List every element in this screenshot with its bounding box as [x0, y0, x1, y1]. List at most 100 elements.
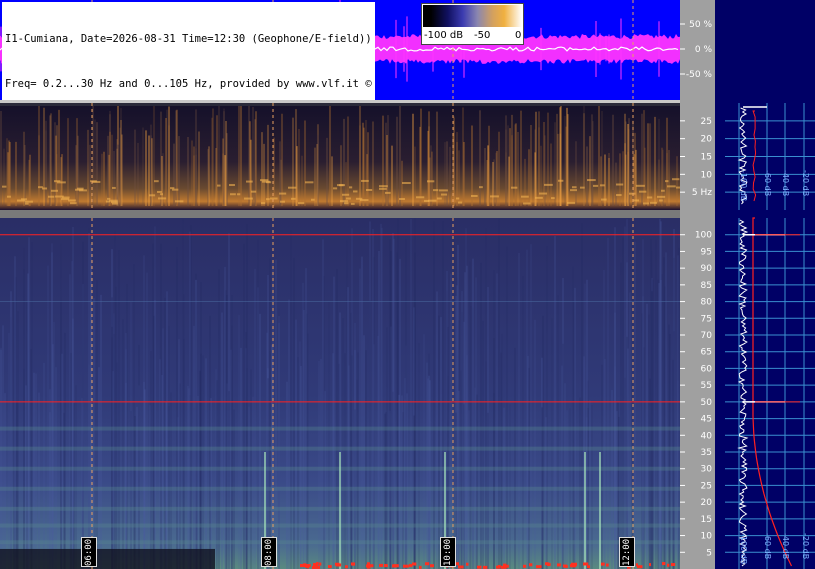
high-freq-tick-label: 35 — [701, 448, 712, 458]
time-label-1200: 12:00 — [619, 537, 635, 567]
spectrogram-high-noise — [547, 562, 550, 566]
spectrogram-low-blob — [427, 180, 435, 183]
spectrogram-low-blob — [68, 199, 76, 202]
high-freq-tick-label: 90 — [701, 264, 713, 274]
spectrogram-low-blob — [647, 196, 653, 199]
spectrogram-low-blob — [636, 184, 645, 187]
spectrogram-high-noise — [571, 564, 576, 568]
separator-mid — [0, 210, 680, 218]
spectrum-low-xlabel: -60 dB — [763, 170, 772, 196]
spectrogram-low-blob — [587, 179, 596, 182]
high-freq-tick-label: 45 — [701, 415, 712, 425]
high-freq-tick-label: 50 — [701, 398, 713, 408]
spectrum-high-xlabel: -60 dB — [763, 533, 772, 559]
vlf-monitor-screen: I1-Cumiana, Date=2026-08-31 Time=12:30 (… — [0, 0, 815, 569]
high-freq-tick-label: 5 — [706, 548, 712, 558]
spectrogram-high-noise — [565, 564, 568, 568]
high-freq-tick-label: 25 — [701, 481, 712, 491]
spectrogram-high-noise — [328, 565, 332, 569]
spectrogram-low-blob — [279, 192, 287, 195]
spectrogram-low-blob — [672, 178, 680, 181]
spectrogram-low-blob — [333, 187, 338, 190]
spectrogram-low-blob — [535, 196, 543, 199]
spectrogram-high-noise — [536, 565, 542, 569]
spectrogram-high-noise — [316, 565, 321, 569]
spectrogram-low-blob — [353, 190, 358, 193]
spectrogram-low-blob — [90, 180, 97, 183]
spectrogram-low-blob — [291, 197, 296, 200]
spectrogram-low-blob — [379, 185, 388, 188]
spectrogram-low-blob — [544, 183, 553, 186]
spectrum-plot: -100 dB -60 dB -40 dB -20 dB -100 dB -60 dB -4… — [725, 103, 815, 569]
high-freq-tick-label: 95 — [701, 247, 712, 257]
low-freq-tick-label: 5 Hz — [692, 188, 712, 198]
spectrogram-low-blob — [7, 195, 11, 198]
time-label-0800: 08:00 — [261, 537, 277, 567]
low-freq-tick-label: 20 — [701, 135, 713, 145]
spectrogram-low-blob — [157, 190, 162, 193]
spectrum-high-xlabel: -100 dB — [739, 533, 748, 564]
spectrogram-low-blob — [237, 193, 241, 196]
spectrogram-high-noise — [483, 565, 488, 569]
spectrum-panel: -100 dB -60 dB -40 dB -20 dB -100 dB -60 dB -4… — [715, 0, 815, 569]
spectrogram-low-blob — [51, 189, 58, 192]
spectrogram-low-blob — [262, 180, 270, 183]
spectrogram-high-noise — [662, 562, 666, 566]
spectrogram-high-noise — [345, 565, 348, 569]
spectrum-high-trace — [737, 219, 749, 567]
spectrogram-low-blob — [158, 197, 167, 200]
spectrogram-low-blob — [366, 188, 373, 191]
spectrogram-low-blob — [311, 198, 315, 201]
spectrogram-high-noise — [667, 563, 670, 567]
spectrogram-low-blob — [230, 193, 236, 196]
spectrogram-low-blob — [433, 189, 439, 192]
high-freq-tick-label: 40 — [701, 431, 713, 441]
low-freq-tick-label: 10 — [701, 170, 713, 180]
spectrogram-low-blob — [48, 195, 55, 198]
spectrogram-high-noise — [671, 563, 676, 567]
spectrogram-low-blob — [349, 186, 353, 189]
spectrogram-low-blob — [107, 197, 111, 200]
spectrogram-high-noise — [409, 563, 413, 567]
low-freq-tick-label: 15 — [701, 153, 712, 163]
spectrogram-low-blob — [580, 186, 585, 189]
y-axis-panel: 50 % 0 % -50 % 25 20 15 10 5 Hz 100 95 90 85 80 75 70 6… — [680, 0, 715, 569]
spectrogram-low-blob — [379, 187, 387, 190]
spectrogram-high-noise — [384, 564, 388, 568]
high-freq-tick-label: 65 — [701, 348, 712, 358]
spectrogram-high-noise — [583, 562, 589, 566]
spectrogram-low-blob — [479, 186, 483, 189]
spectrogram-low-blob — [570, 189, 577, 192]
spectrogram-low-blob — [521, 195, 529, 198]
spectrogram-high-band — [0, 426, 680, 431]
spectrogram-low-blob — [106, 200, 111, 203]
spectrogram-high-noise — [319, 562, 322, 566]
time-label-1000: 10:00 — [440, 537, 456, 567]
spectrogram-low-blob — [55, 195, 64, 198]
spectrogram-high-noise — [307, 565, 310, 569]
spectrogram-low-blob — [643, 202, 649, 205]
spectrogram-high-dark-region — [0, 548, 215, 569]
spectrogram-low-blob — [339, 184, 344, 187]
high-freq-tick-label: 80 — [701, 298, 713, 308]
spectrogram-low-blob — [572, 186, 577, 189]
spectrogram-low-blob — [511, 186, 518, 189]
spectrogram-low-blob — [428, 199, 437, 202]
spectrogram-low-blob — [172, 188, 179, 191]
spectrogram-low-blob — [458, 201, 463, 204]
time-label-0600: 06:00 — [81, 537, 97, 567]
spectrogram-low-blob — [229, 184, 235, 187]
spectrogram-low-blob — [342, 193, 350, 196]
spectrum-high-average — [752, 217, 793, 567]
spectrogram-low-blob — [298, 202, 305, 205]
spectrogram-high-noise — [587, 565, 591, 569]
spectrogram-low-blob — [650, 201, 658, 204]
spectrogram-low-blob — [112, 186, 116, 189]
high-freq-tick-label: 30 — [701, 465, 713, 475]
spectrum-high-xlabel: -20 dB — [801, 533, 810, 559]
amplitude-tick-label: 0 % — [695, 45, 713, 55]
spectrogram-low-blob — [361, 179, 369, 182]
spectrogram-high-noise — [313, 563, 319, 567]
spectrogram-high-noise — [300, 564, 306, 568]
low-freq-tick-label: 25 — [701, 117, 712, 127]
